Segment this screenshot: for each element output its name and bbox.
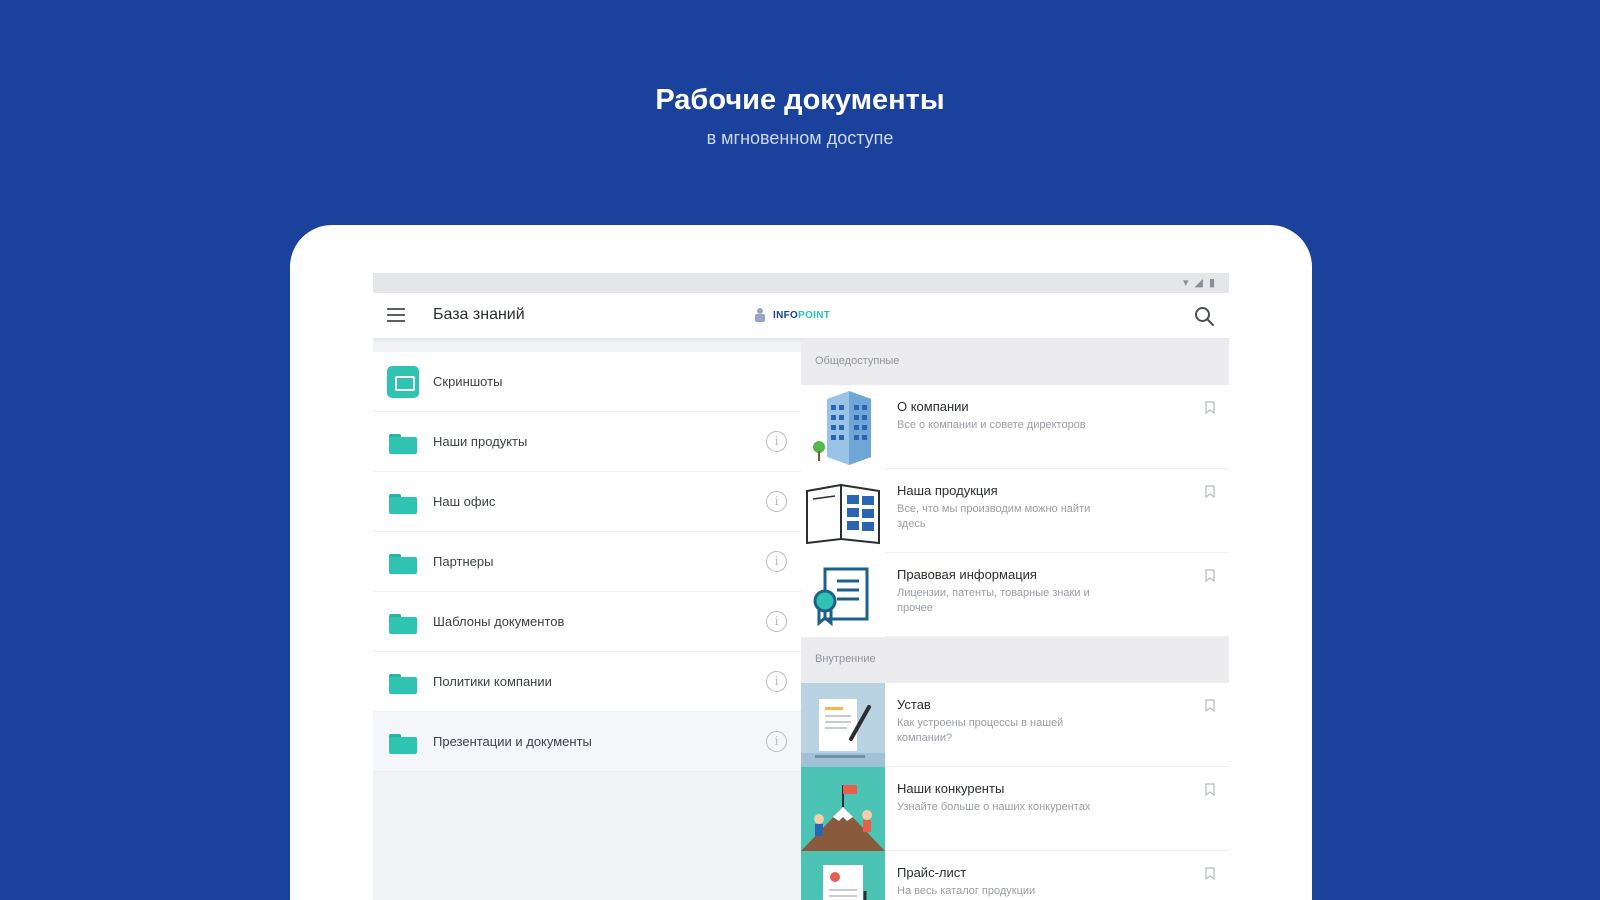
folder-icon bbox=[389, 554, 417, 574]
charter-document-icon bbox=[801, 683, 885, 767]
doc-card-charter[interactable]: Устав Как устроены процессы в нашей комп… bbox=[801, 683, 1229, 767]
documents-pane: Общедоступные О компании Все о компании … bbox=[801, 339, 1229, 900]
card-description: На весь каталог продукции bbox=[897, 885, 1036, 897]
folder-label: Шаблоны документов bbox=[433, 614, 565, 629]
bookmark-icon[interactable] bbox=[1205, 569, 1215, 582]
folder-list: Скриншоты Наши продукты i Наш офис i Пар… bbox=[373, 352, 801, 900]
folder-row-templates[interactable]: Шаблоны документов i bbox=[373, 592, 801, 652]
info-icon[interactable]: i bbox=[766, 611, 787, 632]
logo-text: INFOPOINT bbox=[773, 309, 831, 321]
mountain-competitors-icon bbox=[801, 767, 885, 851]
search-icon[interactable] bbox=[1193, 305, 1215, 327]
bookmark-icon[interactable] bbox=[1205, 867, 1215, 880]
card-title: О компании bbox=[897, 399, 969, 414]
folder-row-policies[interactable]: Политики компании i bbox=[373, 652, 801, 712]
info-icon[interactable]: i bbox=[766, 731, 787, 752]
signal-icon: ◢ bbox=[1194, 276, 1203, 289]
wifi-icon: ▾ bbox=[1182, 276, 1189, 289]
card-description: Все о компании и совете директоров bbox=[897, 419, 1086, 431]
card-description: Лицензии, патенты, товарные знаки и проч… bbox=[897, 587, 1090, 614]
doc-card-about[interactable]: О компании Все о компании и совете дирек… bbox=[801, 385, 1229, 469]
folder-label: Политики компании bbox=[433, 674, 552, 689]
doc-card-legal[interactable]: Правовая информация Лицензии, патенты, т… bbox=[801, 553, 1229, 637]
hamburger-menu-icon[interactable] bbox=[387, 308, 405, 324]
folder-row-products[interactable]: Наши продукты i bbox=[373, 412, 801, 472]
section-header-public: Общедоступные bbox=[801, 339, 1229, 385]
promo-subtitle: в мгновенном доступе bbox=[706, 128, 894, 148]
folder-icon bbox=[389, 734, 417, 754]
folder-label: Скриншоты bbox=[433, 374, 503, 389]
card-description: Как устроены процессы в нашей компании? bbox=[897, 717, 1064, 744]
bookmark-icon[interactable] bbox=[1205, 783, 1215, 796]
card-title: Прайс-лист bbox=[897, 865, 967, 880]
doc-card-price-list[interactable]: Прайс-лист На весь каталог продукции bbox=[801, 851, 1229, 900]
folder-icon bbox=[389, 614, 417, 634]
card-title: Правовая информация bbox=[897, 567, 1037, 582]
catalog-book-icon bbox=[801, 469, 885, 553]
card-title: Устав bbox=[897, 697, 931, 712]
promo-title: Рабочие документы bbox=[655, 84, 945, 116]
folder-row-presentations[interactable]: Презентации и документы i bbox=[373, 712, 801, 772]
app-screen: ▾ ◢ ▮ База знаний INFOPOINT Скриншоты На… bbox=[373, 273, 1229, 900]
doc-card-products[interactable]: Наша продукция Все, что мы производим мо… bbox=[801, 469, 1229, 553]
price-list-icon bbox=[801, 851, 885, 900]
folder-icon bbox=[389, 434, 417, 454]
logo-mark-icon bbox=[755, 308, 765, 322]
screenshots-icon bbox=[387, 366, 419, 398]
app-bar: База знаний INFOPOINT bbox=[373, 293, 1229, 339]
folder-row-screenshots[interactable]: Скриншоты bbox=[373, 352, 801, 412]
office-building-icon bbox=[801, 385, 885, 469]
app-title: База знаний bbox=[433, 306, 525, 323]
folder-label: Наш офис bbox=[433, 494, 496, 509]
info-icon[interactable]: i bbox=[766, 431, 787, 452]
folder-row-partners[interactable]: Партнеры i bbox=[373, 532, 801, 592]
bookmark-icon[interactable] bbox=[1205, 485, 1215, 498]
doc-card-competitors[interactable]: Наши конкуренты Узнайте больше о наших к… bbox=[801, 767, 1229, 851]
bookmark-icon[interactable] bbox=[1205, 401, 1215, 414]
certificate-icon bbox=[801, 553, 885, 637]
status-bar: ▾ ◢ ▮ bbox=[373, 273, 1229, 293]
folder-label: Наши продукты bbox=[433, 434, 528, 449]
card-title: Наши конкуренты bbox=[897, 781, 1005, 796]
info-icon[interactable]: i bbox=[766, 671, 787, 692]
folder-label: Презентации и документы bbox=[433, 734, 592, 749]
section-header-internal: Внутренние bbox=[801, 637, 1229, 683]
card-description: Все, что мы производим можно найти здесь bbox=[897, 503, 1091, 530]
info-icon[interactable]: i bbox=[766, 551, 787, 572]
folder-row-office[interactable]: Наш офис i bbox=[373, 472, 801, 532]
card-title: Наша продукция bbox=[897, 483, 998, 498]
folder-icon bbox=[389, 494, 417, 514]
folder-icon bbox=[389, 674, 417, 694]
info-icon[interactable]: i bbox=[766, 491, 787, 512]
bookmark-icon[interactable] bbox=[1205, 699, 1215, 712]
folder-label: Партнеры bbox=[433, 554, 494, 569]
battery-icon: ▮ bbox=[1208, 276, 1215, 289]
app-logo: INFOPOINT bbox=[753, 307, 830, 323]
card-description: Узнайте больше о наших конкурентах bbox=[897, 801, 1091, 813]
